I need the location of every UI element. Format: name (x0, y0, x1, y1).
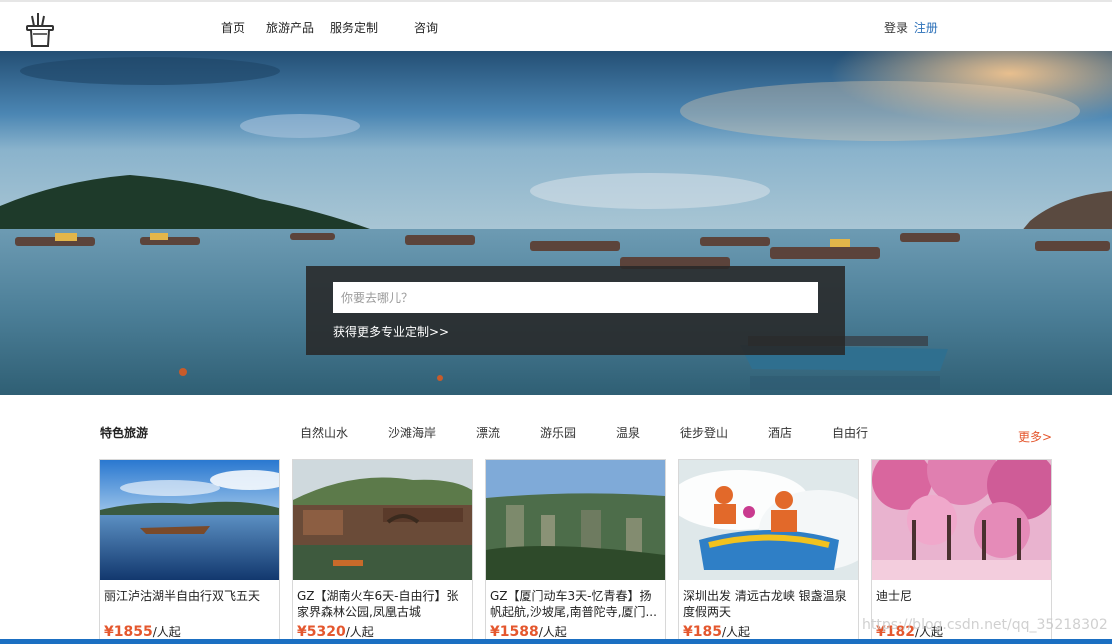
price-unit: /人起 (721, 625, 751, 639)
card-title: 深圳出发 清远古龙峡 银盏温泉度假两天 (683, 589, 847, 619)
card-title: 丽江泸沽湖半自由行双飞五天 (104, 589, 261, 603)
hero-banner: 获得更多专业定制>> (0, 51, 1112, 395)
tab-free-travel[interactable]: 自由行 (832, 424, 868, 441)
tab-hiking[interactable]: 徒步登山 (680, 424, 728, 441)
tab-amusement-park[interactable]: 游乐园 (540, 424, 576, 441)
search-panel: 获得更多专业定制>> (306, 266, 845, 355)
watermark: https://blog.csdn.net/qq_35218302 (862, 617, 1108, 633)
card-title: GZ【湖南火车6天-自由行】张家界森林公园,凤凰古城 (297, 589, 459, 619)
price-value: ¥5320 (297, 624, 346, 640)
destination-search-input[interactable] (333, 282, 818, 313)
login-link[interactable]: 登录 (884, 21, 908, 35)
tour-card[interactable]: 丽江泸沽湖半自由行双飞五天 ¥1855/人起 (99, 459, 280, 644)
blossom-photo (872, 460, 1051, 580)
more-custom-link[interactable]: 获得更多专业定制>> (333, 323, 449, 340)
magic-hat-icon[interactable] (25, 12, 57, 48)
card-price: ¥1588/人起 (490, 623, 567, 640)
nav-consult[interactable]: 咨询 (414, 19, 438, 36)
ancient-town-photo (293, 460, 472, 580)
nav-products[interactable]: 旅游产品 (266, 19, 314, 36)
taskbar-strip (0, 639, 1112, 644)
tab-beach[interactable]: 沙滩海岸 (388, 424, 436, 441)
card-price: ¥185/人起 (683, 623, 750, 640)
tab-nature[interactable]: 自然山水 (300, 424, 348, 441)
nav-home[interactable]: 首页 (221, 19, 245, 36)
price-unit: /人起 (345, 625, 374, 639)
section-title: 特色旅游 (100, 426, 149, 440)
lake-photo (100, 460, 279, 580)
tour-card[interactable]: GZ【湖南火车6天-自由行】张家界森林公园,凤凰古城 ¥5320/人起 (292, 459, 473, 644)
mountain-photo (486, 460, 665, 580)
price-unit: /人起 (152, 625, 181, 639)
more-link[interactable]: 更多> (1018, 428, 1052, 445)
register-link[interactable]: 注册 (914, 21, 938, 35)
rafting-photo (679, 460, 858, 580)
tab-hot-spring[interactable]: 温泉 (616, 424, 640, 441)
tab-hotel[interactable]: 酒店 (768, 424, 792, 441)
tour-card[interactable]: GZ【厦门动车3天-忆青春】扬帆起航,沙坡尾,南普陀寺,厦门... ¥1588/… (485, 459, 666, 644)
tour-card[interactable]: 深圳出发 清远古龙峡 银盏温泉度假两天 ¥185/人起 (678, 459, 859, 644)
price-value: ¥185 (683, 624, 722, 640)
price-value: ¥1855 (104, 624, 153, 640)
site-header: 首页 旅游产品 服务定制 咨询 登录 注册 (0, 2, 1112, 51)
tab-rafting[interactable]: 漂流 (476, 424, 500, 441)
card-title: GZ【厦门动车3天-忆青春】扬帆起航,沙坡尾,南普陀寺,厦门... (490, 589, 657, 619)
auth-links: 登录 注册 (884, 19, 938, 36)
card-price: ¥5320/人起 (297, 623, 374, 640)
card-price: ¥1855/人起 (104, 623, 181, 640)
nav-custom-service[interactable]: 服务定制 (330, 19, 378, 36)
price-value: ¥1588 (490, 624, 539, 640)
price-unit: /人起 (538, 625, 567, 639)
card-title: 迪士尼 (876, 589, 913, 603)
